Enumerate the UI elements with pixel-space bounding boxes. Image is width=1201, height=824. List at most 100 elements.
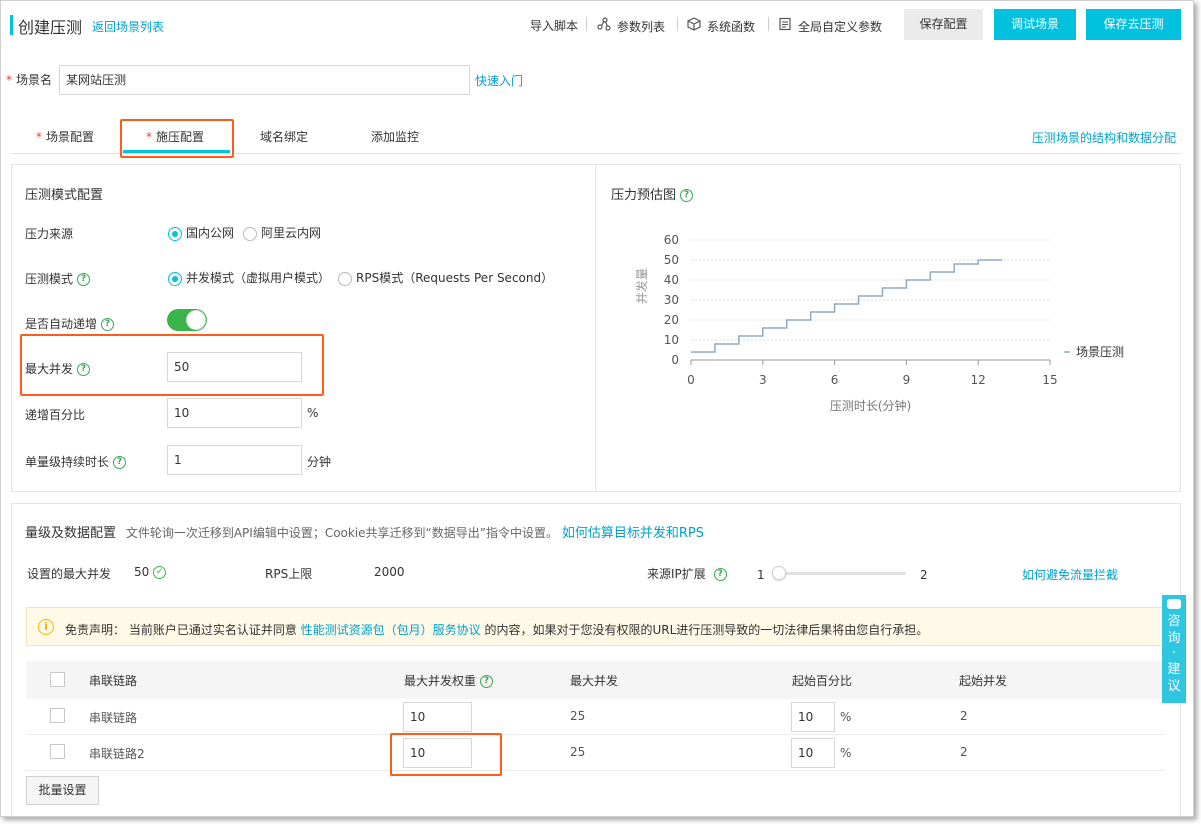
level-duration-input[interactable]: 1 — [167, 445, 302, 475]
radio-label: 并发模式（虚拟用户模式） — [186, 271, 331, 285]
import-script-button[interactable]: 导入脚本 — [530, 17, 578, 34]
row-start-pct-input[interactable]: 10 — [791, 702, 835, 732]
service-agreement-link[interactable]: 性能测试资源包（包月）服务协议 — [301, 623, 481, 637]
feedback-side-widget[interactable]: 咨 询 · 建 议 — [1162, 595, 1186, 703]
tab-add-monitor[interactable]: 添加监控 — [371, 128, 419, 145]
radio-concurrency-mode[interactable]: 并发模式（虚拟用户模式） — [168, 269, 330, 286]
toolbar-divider — [586, 17, 587, 31]
feedback-char: · — [1171, 646, 1177, 661]
y-axis-label: 并发量 — [634, 268, 649, 304]
set-max-concurrency-value: 50 ✓ — [134, 565, 167, 579]
save-config-button[interactable]: 保存配置 — [904, 9, 983, 40]
source-ip-slider-handle[interactable] — [772, 566, 786, 580]
radio-public-network[interactable]: 国内公网 — [168, 224, 234, 241]
pressure-estimate-chart: 0 10 20 30 40 50 60 0 3 6 9 12 15 压测时长(分钟) 并发量场景压测 — [634, 233, 1124, 413]
row-chain-name: 串联链路2 — [89, 747, 145, 761]
estimate-target-link[interactable]: 如何估算目标并发和RPS — [562, 526, 704, 541]
radio-rps-mode[interactable]: RPS模式（Requests Per Second） — [338, 269, 553, 286]
row-start-concurrency: 2 — [960, 709, 968, 723]
y-tick-label: 60 — [664, 233, 679, 247]
increase-percent-input[interactable]: 10 — [167, 398, 302, 428]
quick-start-link[interactable]: 快速入门 — [475, 72, 523, 89]
document-edit-icon — [778, 17, 792, 35]
scene-name-input[interactable]: 某网站压测 — [59, 65, 470, 95]
back-to-scene-list-link[interactable]: 返回场景列表 — [92, 18, 164, 35]
row-start-concurrency: 2 — [960, 745, 968, 759]
col-header-start-conc: 起始并发 — [959, 674, 1008, 688]
tab-scene-config[interactable]: * 场景配置 — [36, 128, 94, 145]
batch-setting-button[interactable]: 批量设置 — [26, 776, 99, 805]
row-max-concurrency: 25 — [570, 745, 586, 759]
help-icon[interactable]: ? — [77, 273, 91, 286]
help-icon[interactable]: ? — [680, 189, 694, 202]
avoid-traffic-block-link[interactable]: 如何避免流量拦截 — [1022, 566, 1118, 583]
global-params-label: 全局自定义参数 — [798, 19, 883, 34]
toggle-knob — [186, 310, 206, 330]
legend-label: 场景压测 — [1076, 345, 1124, 359]
select-all-checkbox[interactable] — [50, 672, 65, 687]
row-start-pct-input[interactable]: 10 — [791, 738, 835, 768]
row-weight-input[interactable]: 10 — [403, 738, 472, 768]
debug-scene-button[interactable]: 调试场景 — [994, 9, 1076, 40]
help-icon[interactable]: ? — [480, 675, 494, 688]
radio-aliyun-intranet[interactable]: 阿里云内网 — [243, 224, 321, 241]
level-duration-label-text: 单量级持续时长 — [25, 455, 110, 469]
tab-label: 场景配置 — [46, 130, 95, 144]
pressure-mode-label-text: 压测模式 — [25, 272, 74, 286]
tab-pressure-config[interactable]: * 施压配置 — [146, 128, 204, 145]
row-pct-unit: % — [840, 710, 852, 724]
rps-limit-label: RPS上限 — [265, 567, 313, 581]
help-icon[interactable]: ? — [101, 318, 115, 331]
row-pct-unit: % — [840, 746, 852, 760]
col-header-weight: 最大并发权重? — [404, 672, 494, 689]
row-checkbox[interactable] — [50, 744, 65, 759]
feedback-char: 建 — [1167, 662, 1181, 677]
auto-increase-label-text: 是否自动递增 — [25, 317, 98, 331]
tab-label: 施压配置 — [156, 130, 205, 144]
x-axis-label: 压测时长(分钟) — [830, 398, 911, 413]
y-tick-label: 10 — [664, 333, 679, 347]
row-weight-input[interactable]: 10 — [403, 702, 472, 732]
global-params-button[interactable]: 全局自定义参数 — [778, 17, 882, 35]
page-title: 创建压测 — [18, 18, 83, 37]
scene-name-label: * 场景名 — [6, 71, 52, 88]
auto-increase-toggle[interactable] — [167, 309, 207, 331]
help-icon[interactable]: ? — [77, 363, 91, 376]
max-concurrency-label: 最大并发? — [25, 360, 91, 377]
param-list-button[interactable]: 参数列表 — [597, 17, 665, 35]
required-mark: * — [36, 130, 42, 144]
pressure-source-label: 压力来源 — [25, 227, 74, 241]
help-icon[interactable]: ? — [713, 568, 727, 581]
col-header-chain: 串联链路 — [89, 674, 138, 688]
percent-unit: % — [307, 406, 319, 420]
system-function-button[interactable]: 系统函数 — [687, 17, 755, 35]
y-tick-label: 40 — [664, 273, 679, 287]
x-tick-label: 0 — [687, 373, 695, 387]
pressure-mode-label: 压测模式? — [25, 270, 91, 287]
table-row — [26, 699, 1165, 735]
table-row — [26, 735, 1165, 771]
save-and-test-button[interactable]: 保存去压测 — [1086, 9, 1181, 40]
set-max-concurrency-number: 50 — [134, 565, 150, 579]
tab-active-underline — [123, 150, 230, 153]
required-mark: * — [146, 130, 152, 144]
help-icon[interactable]: ? — [113, 456, 127, 469]
x-tick-label: 6 — [831, 373, 839, 387]
scene-structure-link[interactable]: 压测场景的结构和数据分配 — [1032, 129, 1176, 146]
tab-domain-binding[interactable]: 域名绑定 — [260, 128, 308, 145]
source-ip-slider-track[interactable] — [772, 566, 906, 580]
toolbar-divider — [677, 17, 678, 31]
max-concurrency-input[interactable]: 50 — [167, 352, 302, 382]
level-duration-label: 单量级持续时长? — [25, 453, 127, 470]
source-ip-label: 来源IP扩展? — [647, 565, 727, 582]
row-checkbox[interactable] — [50, 708, 65, 723]
pressure-chart-title-text: 压力预估图 — [611, 188, 677, 203]
radio-circle — [338, 271, 352, 286]
check-circle-icon: ✓ — [153, 566, 167, 579]
level-config-header: 量级及数据配置 文件轮询一次迁移到API编辑中设置；Cookie共享迁移到“数据… — [25, 522, 704, 541]
auto-increase-label: 是否自动递增? — [25, 315, 115, 332]
x-tick-label: 15 — [1042, 373, 1057, 387]
slider-max-label: 2 — [920, 568, 928, 582]
system-function-label: 系统函数 — [707, 19, 756, 34]
increase-percent-label: 递增百分比 — [25, 408, 86, 422]
